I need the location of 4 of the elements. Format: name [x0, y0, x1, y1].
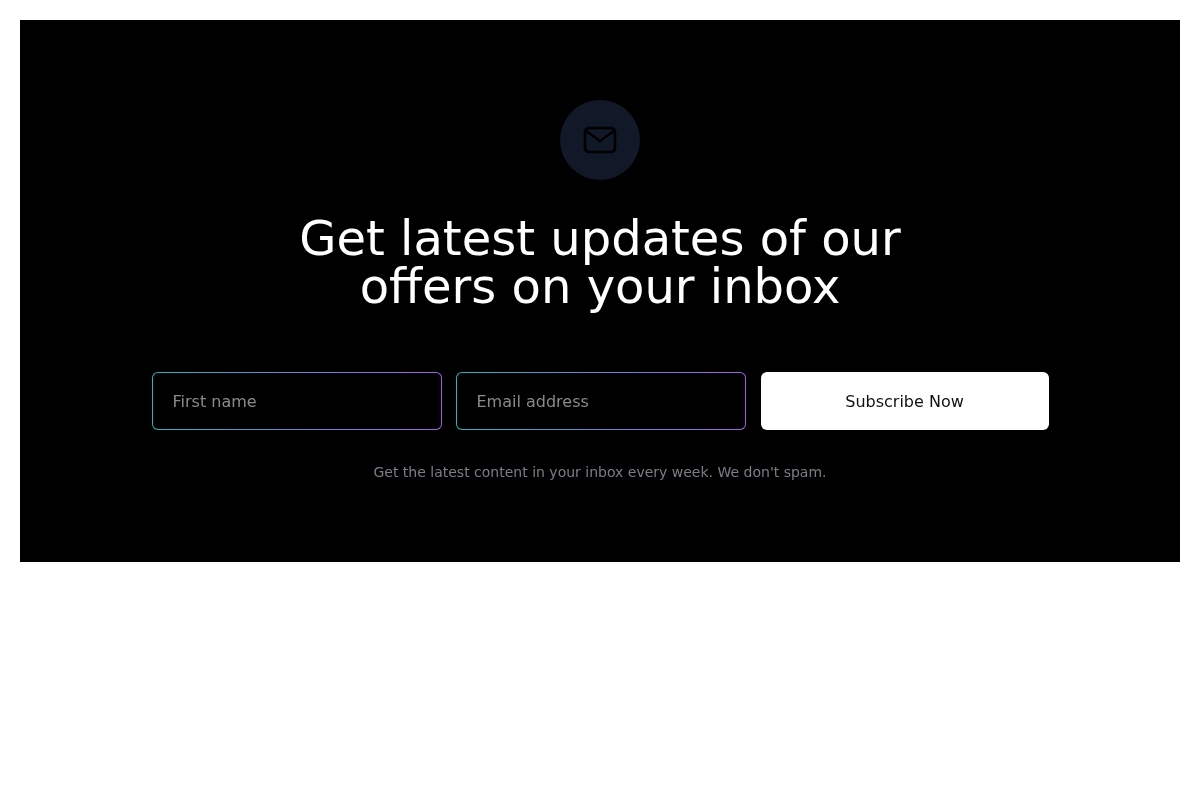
note-text: Get the latest content in your inbox every week. We don't spam.	[373, 464, 827, 480]
input-field[interactable]: First name	[151, 372, 442, 430]
subscribe-button[interactable]: Subscribe Now	[760, 372, 1049, 430]
input-field[interactable]: Email address	[455, 372, 746, 430]
